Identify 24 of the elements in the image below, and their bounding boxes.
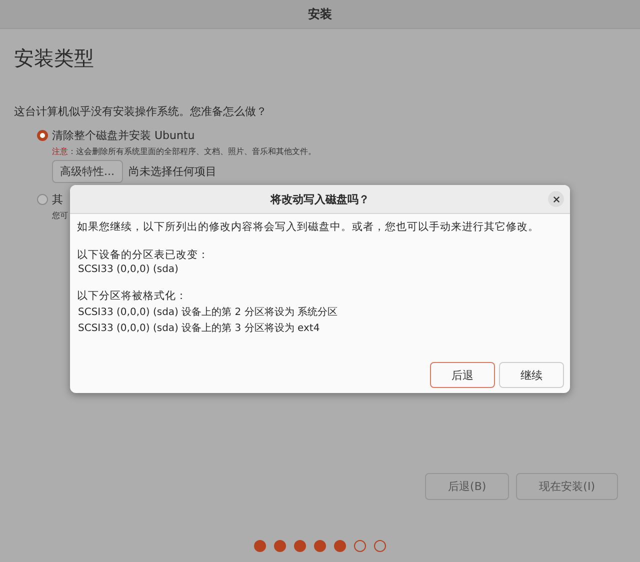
advanced-button[interactable]: 高级特性... <box>52 160 122 183</box>
status-text: 尚未选择任何项目 <box>128 164 216 179</box>
dialog-button[interactable]: 继续 <box>499 362 564 388</box>
radio-button[interactable] <box>37 194 48 205</box>
change-line: SCSI33 (0,0,0) (sda) 设备上的第 3 分区将设为 ext4 <box>78 322 320 335</box>
option-note: 您可 <box>52 210 68 221</box>
page-heading: 安装类型 <box>14 45 94 72</box>
section-heading: 以下设备的分区表已改变： <box>77 248 209 262</box>
nav-button[interactable]: 后退(B) <box>425 473 510 500</box>
radio-button[interactable] <box>37 130 48 141</box>
close-icon <box>552 196 560 202</box>
change-line: SCSI33 (0,0,0) (sda) <box>78 264 178 275</box>
window-title: 安装 <box>308 6 332 22</box>
option-label: 清除整个磁盘并安装 Ubuntu <box>52 128 195 143</box>
option-label: 其 <box>52 192 63 207</box>
section-heading: 以下分区将被格式化： <box>77 289 187 303</box>
question-text: 这台计算机似乎没有安装操作系统。您准备怎么做？ <box>14 104 267 119</box>
close-button[interactable] <box>548 191 564 207</box>
dialog-button[interactable]: 后退 <box>430 362 495 388</box>
change-line: SCSI33 (0,0,0) (sda) 设备上的第 2 分区将设为 系统分区 <box>78 306 338 319</box>
nav-button[interactable]: 现在安装(I) <box>516 473 618 500</box>
option-note: 注意：这会删除所有系统里面的全部程序、文档、照片、音乐和其他文件。 <box>52 146 316 157</box>
dialog-title: 将改动写入磁盘吗？ <box>270 192 370 206</box>
dialog-message: 如果您继续，以下所列出的修改内容将会写入到磁盘中。或者，您也可以手动来进行其它修改。 <box>77 220 539 234</box>
